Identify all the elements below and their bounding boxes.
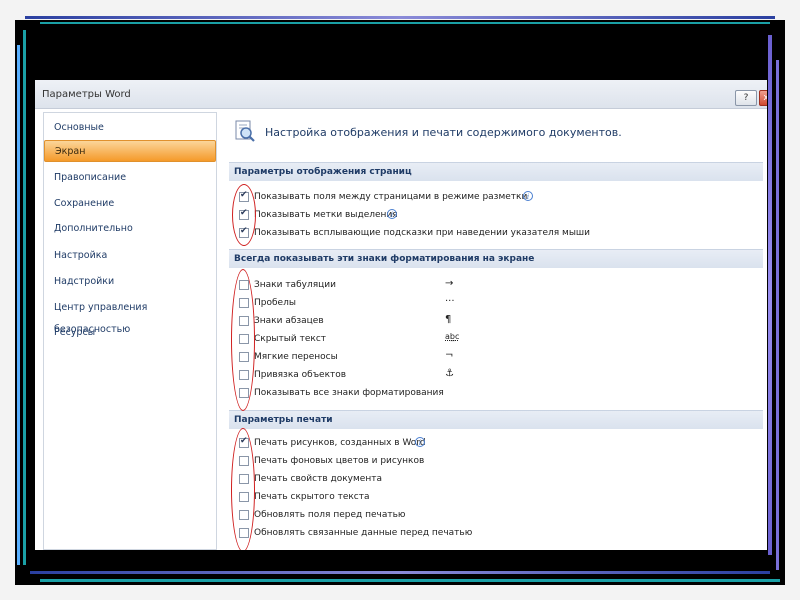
decor-bar — [40, 22, 770, 24]
anchor-icon: ⚓ — [445, 368, 454, 379]
page-heading: Настройка отображения и печати содержимо… — [265, 126, 622, 139]
section-title: Параметры отображения страниц — [234, 167, 412, 177]
nav-item-addins[interactable]: Надстройки — [44, 271, 216, 293]
section-title: Параметры печати — [234, 415, 333, 425]
decor-bar — [40, 579, 780, 582]
nav-item-resources[interactable]: Ресурсы — [44, 322, 216, 344]
magnifier-document-icon — [235, 120, 255, 142]
nav-item-display[interactable]: Экран — [44, 140, 216, 162]
option-label: Печать свойств документа — [254, 474, 382, 484]
option-label: Обновлять поля перед печатью — [254, 510, 406, 520]
info-icon: i — [415, 437, 425, 447]
option-label: Показывать все знаки форматирования — [254, 388, 444, 398]
hidden-text-icon: ab̲c — [445, 332, 460, 341]
option-label: Пробелы — [254, 298, 296, 308]
help-button[interactable]: ? — [735, 90, 757, 106]
close-button[interactable]: x — [759, 90, 767, 106]
option-label: Знаки абзацев — [254, 316, 324, 326]
option-label: Показывать поля между страницами в режим… — [254, 192, 528, 202]
word-options-dialog: Параметры Word ? x Основные Экран Правоп… — [35, 80, 767, 550]
nav-item-basic[interactable]: Основные — [44, 117, 216, 139]
decor-bar — [30, 571, 770, 574]
pilcrow-icon: ¶ — [445, 314, 452, 325]
tab-arrow-icon: → — [445, 278, 454, 289]
section-header-formatting-marks: Всегда показывать эти знаки форматирован… — [229, 249, 763, 268]
info-icon: i — [387, 209, 397, 219]
option-label: Мягкие переносы — [254, 352, 338, 362]
options-content: Настройка отображения и печати содержимо… — [221, 112, 767, 550]
nav-item-customize[interactable]: Настройка — [44, 245, 216, 267]
decor-bar — [25, 16, 775, 19]
option-label: Показывать метки выделения — [254, 210, 398, 220]
highlight-ellipse — [231, 269, 255, 411]
nav-item-advanced[interactable]: Дополнительно — [44, 218, 216, 240]
section-title: Всегда показывать эти знаки форматирован… — [234, 254, 535, 264]
section-header-page-display: Параметры отображения страниц — [229, 162, 763, 181]
option-label: Печать фоновых цветов и рисунков — [254, 456, 425, 466]
highlight-ellipse — [231, 428, 255, 550]
nav-item-trust-center[interactable]: Центр управления безопасностью — [44, 297, 216, 335]
presentation-slide: Параметры Word ? x Основные Экран Правоп… — [0, 0, 800, 600]
option-label: Скрытый текст — [254, 334, 327, 344]
nav-item-save[interactable]: Сохранение — [44, 193, 216, 215]
option-label: Привязка объектов — [254, 370, 347, 380]
options-nav: Основные Экран Правописание Сохранение Д… — [43, 112, 217, 550]
option-label: Печать рисунков, созданных в Word — [254, 438, 426, 448]
option-label: Показывать всплывающие подсказки при нав… — [254, 228, 591, 238]
option-label: Знаки табуляции — [254, 280, 336, 290]
section-header-printing: Параметры печати — [229, 410, 763, 429]
window-title: Параметры Word — [42, 89, 131, 100]
decor-bar — [17, 45, 20, 565]
decor-bar — [23, 30, 26, 565]
title-bar: Параметры Word ? x — [35, 80, 767, 109]
highlight-ellipse — [232, 184, 256, 246]
decor-bar — [776, 60, 779, 570]
nav-item-proofing[interactable]: Правописание — [44, 167, 216, 189]
decor-bar — [768, 35, 772, 555]
option-label: Печать скрытого текста — [254, 492, 370, 502]
option-label: Обновлять связанные данные перед печатью — [254, 528, 473, 538]
space-dots-icon: ··· — [445, 296, 455, 307]
soft-hyphen-icon: ¬ — [445, 350, 454, 361]
info-icon: i — [523, 191, 533, 201]
